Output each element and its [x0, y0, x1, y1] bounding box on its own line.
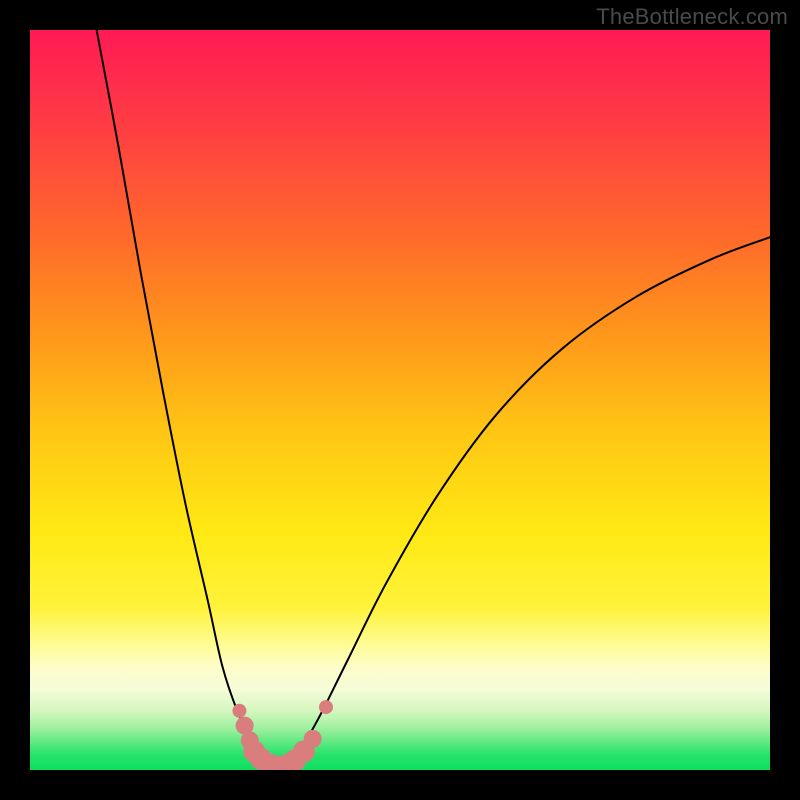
trough-marker	[319, 700, 333, 714]
curve-right	[282, 237, 770, 766]
plot-area	[30, 30, 770, 770]
watermark-text: TheBottleneck.com	[596, 4, 788, 30]
trough-marker	[232, 704, 246, 718]
curve-layer	[30, 30, 770, 770]
chart-frame: TheBottleneck.com	[0, 0, 800, 800]
trough-marker	[304, 730, 322, 748]
curve-left	[97, 30, 278, 766]
trough-markers	[232, 700, 333, 770]
